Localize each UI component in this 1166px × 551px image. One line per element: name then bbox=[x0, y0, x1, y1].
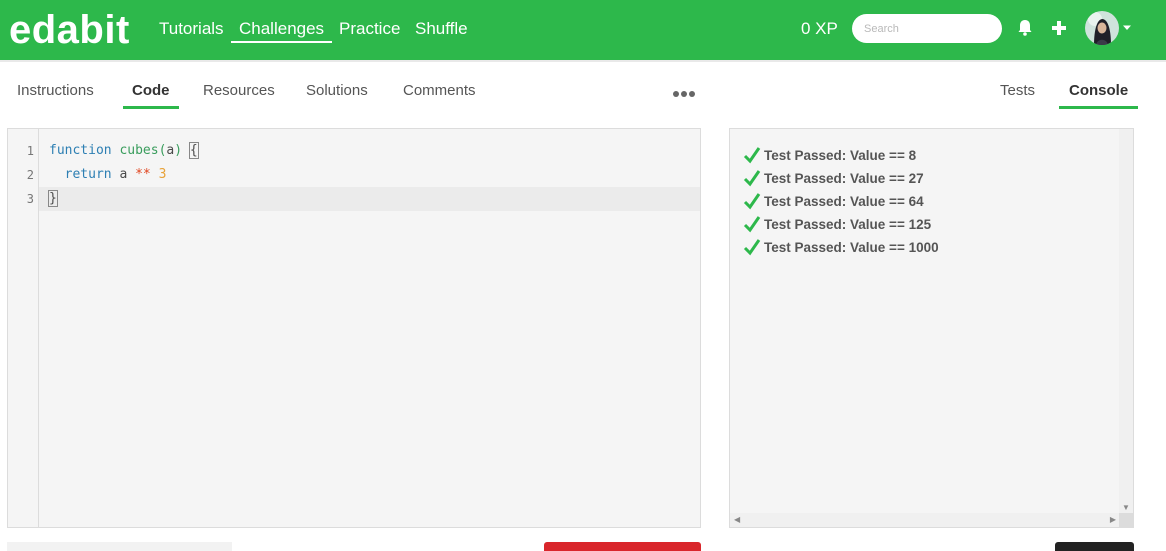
test-result: Test Passed: Value == 1000 bbox=[743, 237, 939, 257]
tab-resources[interactable]: Resources bbox=[203, 82, 275, 106]
plus-icon[interactable] bbox=[1047, 16, 1071, 40]
bottom-left-button[interactable] bbox=[7, 542, 232, 551]
code-brace-open: { bbox=[188, 142, 199, 159]
test-result: Test Passed: Value == 8 bbox=[743, 145, 916, 165]
check-icon bbox=[743, 193, 761, 210]
scrollbar-corner bbox=[1119, 513, 1133, 527]
tab-solutions[interactable]: Solutions bbox=[306, 82, 368, 106]
code-line-3[interactable]: } bbox=[48, 190, 58, 207]
check-icon bbox=[743, 216, 761, 233]
test-result-text: Test Passed: Value == 125 bbox=[764, 216, 932, 232]
scroll-left-arrow-icon[interactable]: ◀ bbox=[734, 515, 740, 524]
tab-tests[interactable]: Tests bbox=[1000, 82, 1035, 106]
line-number: 3 bbox=[26, 192, 34, 206]
tab-code[interactable]: Code bbox=[123, 82, 179, 109]
scroll-right-arrow-icon[interactable]: ▶ bbox=[1110, 515, 1116, 524]
nav-tutorials[interactable]: Tutorials bbox=[159, 19, 224, 39]
check-icon bbox=[743, 147, 761, 164]
tab-console[interactable]: Console bbox=[1059, 82, 1139, 109]
code-number: 3 bbox=[158, 167, 167, 182]
code-operator: ** bbox=[135, 167, 151, 182]
code-function-name: cubes bbox=[119, 143, 159, 158]
test-result-text: Test Passed: Value == 64 bbox=[764, 193, 924, 209]
more-options-icon[interactable] bbox=[672, 84, 696, 102]
test-result-text: Test Passed: Value == 27 bbox=[764, 170, 924, 186]
chevron-down-icon[interactable] bbox=[1122, 24, 1132, 32]
code-line-2[interactable]: return a ** 3 bbox=[49, 167, 167, 182]
tab-comments[interactable]: Comments bbox=[403, 82, 476, 106]
xp-counter: 0 XP bbox=[801, 19, 838, 38]
scroll-down-arrow-icon[interactable]: ▼ bbox=[1122, 503, 1130, 512]
top-navbar: edabit Tutorials Challenges Practice Shu… bbox=[0, 0, 1166, 62]
code-line-1[interactable]: function cubes(a) { bbox=[49, 142, 199, 159]
check-icon bbox=[743, 239, 761, 256]
avatar[interactable] bbox=[1085, 11, 1119, 45]
code-editor[interactable]: 1 2 3 function cubes(a) { return a ** 3 … bbox=[7, 128, 701, 528]
code-variable: a bbox=[119, 167, 128, 182]
code-brace-close: } bbox=[48, 190, 58, 207]
search-input[interactable] bbox=[852, 14, 1002, 43]
nav-shuffle[interactable]: Shuffle bbox=[415, 19, 468, 39]
test-result-text: Test Passed: Value == 8 bbox=[764, 147, 917, 163]
horizontal-scrollbar[interactable]: ◀ ▶ bbox=[730, 513, 1120, 527]
check-icon bbox=[743, 170, 761, 187]
line-number: 2 bbox=[26, 168, 34, 182]
edabit-logo[interactable]: edabit bbox=[9, 8, 130, 53]
nav-practice[interactable]: Practice bbox=[339, 19, 400, 39]
tab-instructions[interactable]: Instructions bbox=[17, 82, 94, 106]
line-number-gutter: 1 2 3 bbox=[8, 129, 39, 527]
active-line-highlight bbox=[39, 187, 700, 211]
test-result-text: Test Passed: Value == 1000 bbox=[764, 239, 939, 255]
test-result: Test Passed: Value == 125 bbox=[743, 214, 931, 234]
code-keyword: function bbox=[49, 143, 112, 158]
bottom-red-button[interactable] bbox=[544, 542, 701, 551]
line-number: 1 bbox=[26, 144, 34, 158]
test-result: Test Passed: Value == 64 bbox=[743, 191, 924, 211]
code-keyword: return bbox=[64, 167, 112, 182]
test-result: Test Passed: Value == 27 bbox=[743, 168, 924, 188]
bell-icon[interactable] bbox=[1013, 16, 1037, 40]
code-paren: ) bbox=[174, 143, 183, 158]
console-panel: Test Passed: Value == 8 Test Passed: Val… bbox=[729, 128, 1134, 528]
nav-challenges[interactable]: Challenges bbox=[231, 19, 333, 43]
bottom-dark-button[interactable] bbox=[1055, 542, 1134, 551]
vertical-scrollbar[interactable]: ▼ bbox=[1119, 129, 1133, 514]
